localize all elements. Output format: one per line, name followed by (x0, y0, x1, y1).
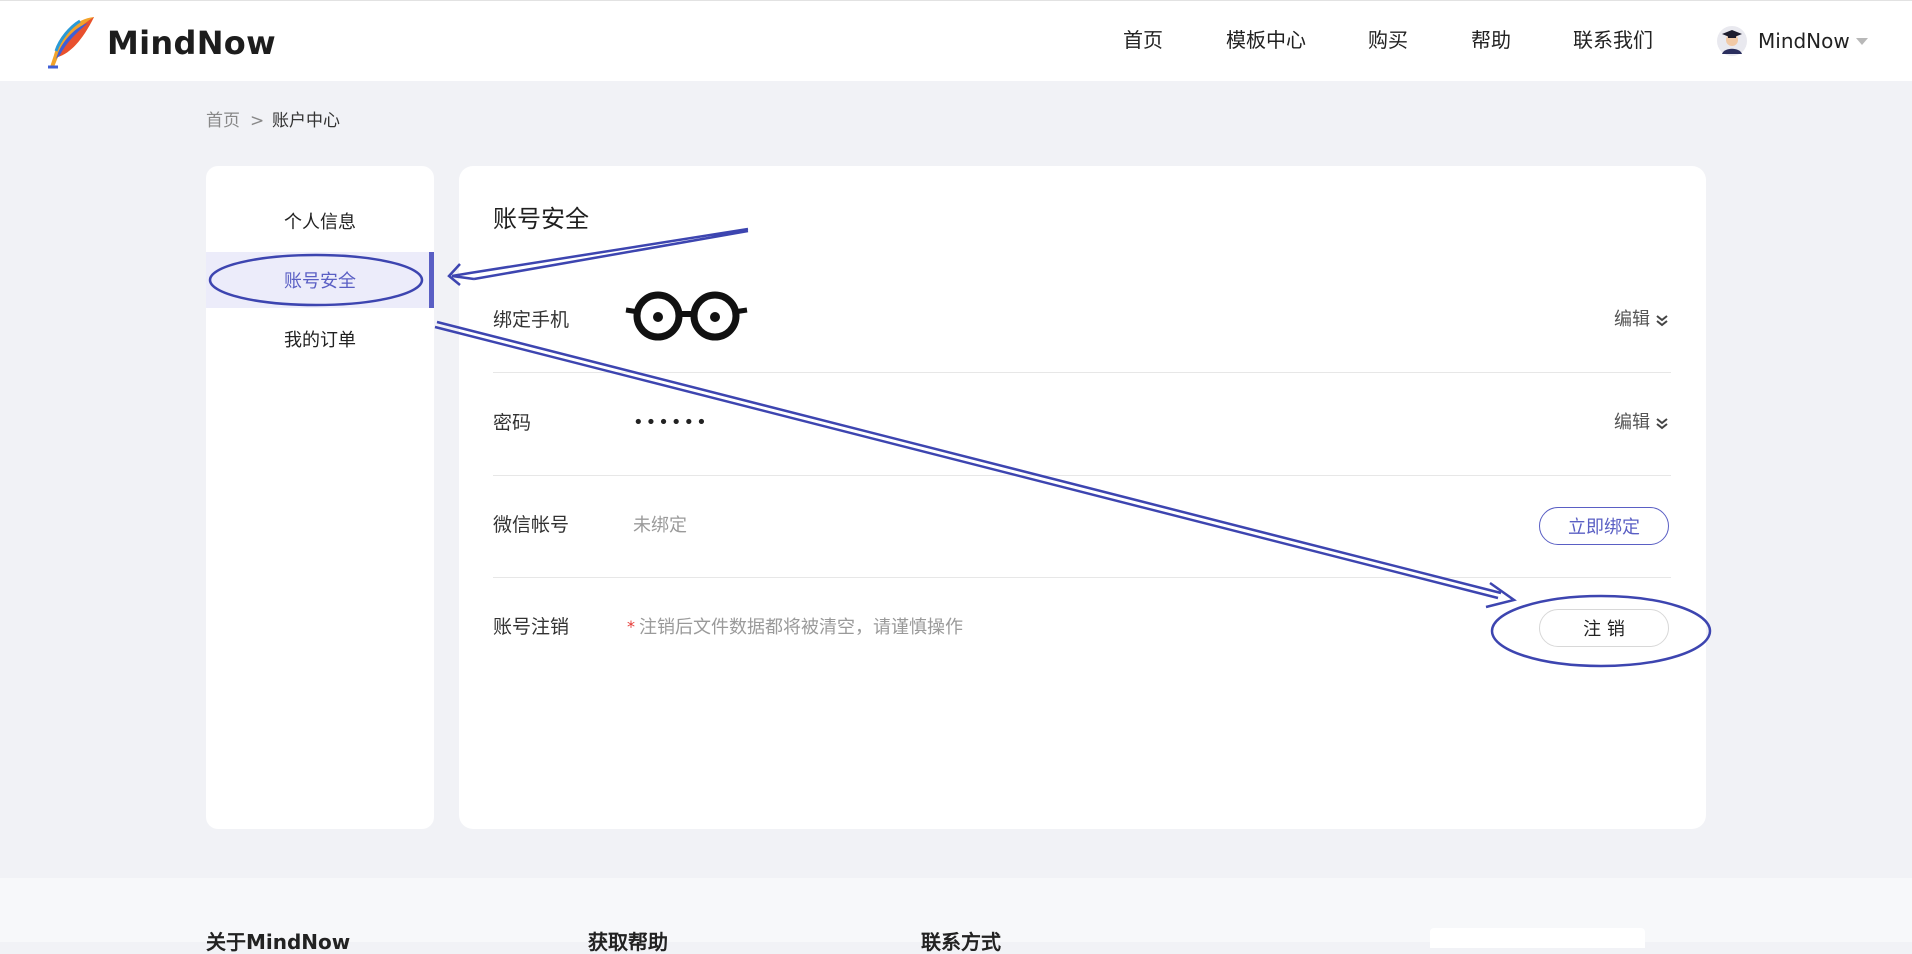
sidebar-item-label: 账号安全 (284, 271, 356, 292)
edit-label: 编辑 (1614, 309, 1650, 330)
page-title: 账号安全 (493, 205, 589, 233)
wechat-status: 未绑定 (633, 515, 687, 536)
footer-heading-about: 关于MindNow (206, 930, 351, 954)
password-value: •••••• (633, 412, 709, 433)
cancel-account-button[interactable]: 注 销 (1539, 609, 1669, 647)
breadcrumb-current: 账户中心 (272, 111, 340, 131)
user-name[interactable]: MindNow (1758, 31, 1850, 51)
cancel-account-hint: 注销后文件数据都将被清空，请谨慎操作 (639, 617, 963, 638)
phone-edit-link[interactable]: 编辑 (1614, 311, 1669, 329)
caret-down-icon[interactable] (1856, 38, 1868, 45)
sidebar-item-label: 个人信息 (284, 212, 356, 233)
nav-templates[interactable]: 模板中心 (1226, 30, 1306, 50)
nav-help[interactable]: 帮助 (1471, 30, 1511, 50)
bind-wechat-button[interactable]: 立即绑定 (1539, 507, 1669, 545)
wechat-label: 微信帐号 (493, 514, 570, 536)
double-chevron-down-icon (1656, 418, 1668, 430)
row-divider (493, 372, 1671, 373)
security-panel: 账号安全 绑定手机 编辑 密码 •••••• 编辑 微信帐号 未绑定 立即绑定 … (459, 166, 1706, 829)
cancel-account-label: 账号注销 (493, 616, 570, 638)
feather-logo-icon[interactable] (42, 13, 100, 71)
sidebar-item-label: 我的订单 (284, 330, 356, 351)
sidebar-item-orders[interactable]: 我的订单 (206, 311, 434, 367)
glasses-sticker-icon (625, 286, 748, 346)
breadcrumb-home[interactable]: 首页 (206, 113, 240, 130)
avatar[interactable] (1716, 25, 1748, 57)
password-edit-link[interactable]: 编辑 (1614, 414, 1669, 432)
footer-qr-box (1430, 928, 1645, 948)
nav-home[interactable]: 首页 (1123, 30, 1163, 50)
required-mark: * (627, 617, 635, 636)
phone-label: 绑定手机 (493, 309, 570, 331)
footer-heading-help: 获取帮助 (588, 930, 668, 954)
row-divider (493, 577, 1671, 578)
row-divider (493, 475, 1671, 476)
nav-contact[interactable]: 联系我们 (1573, 30, 1653, 50)
top-header: MindNow 首页 模板中心 购买 帮助 联系我们 MindNow (0, 0, 1912, 81)
account-sidebar: 个人信息 账号安全 我的订单 (206, 166, 434, 829)
password-label: 密码 (493, 412, 532, 434)
sidebar-item-security[interactable]: 账号安全 (206, 252, 434, 308)
edit-label: 编辑 (1614, 412, 1650, 433)
footer-heading-contact: 联系方式 (921, 930, 1001, 954)
double-chevron-down-icon (1656, 315, 1668, 327)
sidebar-item-profile[interactable]: 个人信息 (206, 193, 434, 249)
nav-buy[interactable]: 购买 (1368, 30, 1408, 50)
breadcrumb-separator: > (250, 111, 265, 131)
brand-name[interactable]: MindNow (107, 27, 276, 59)
